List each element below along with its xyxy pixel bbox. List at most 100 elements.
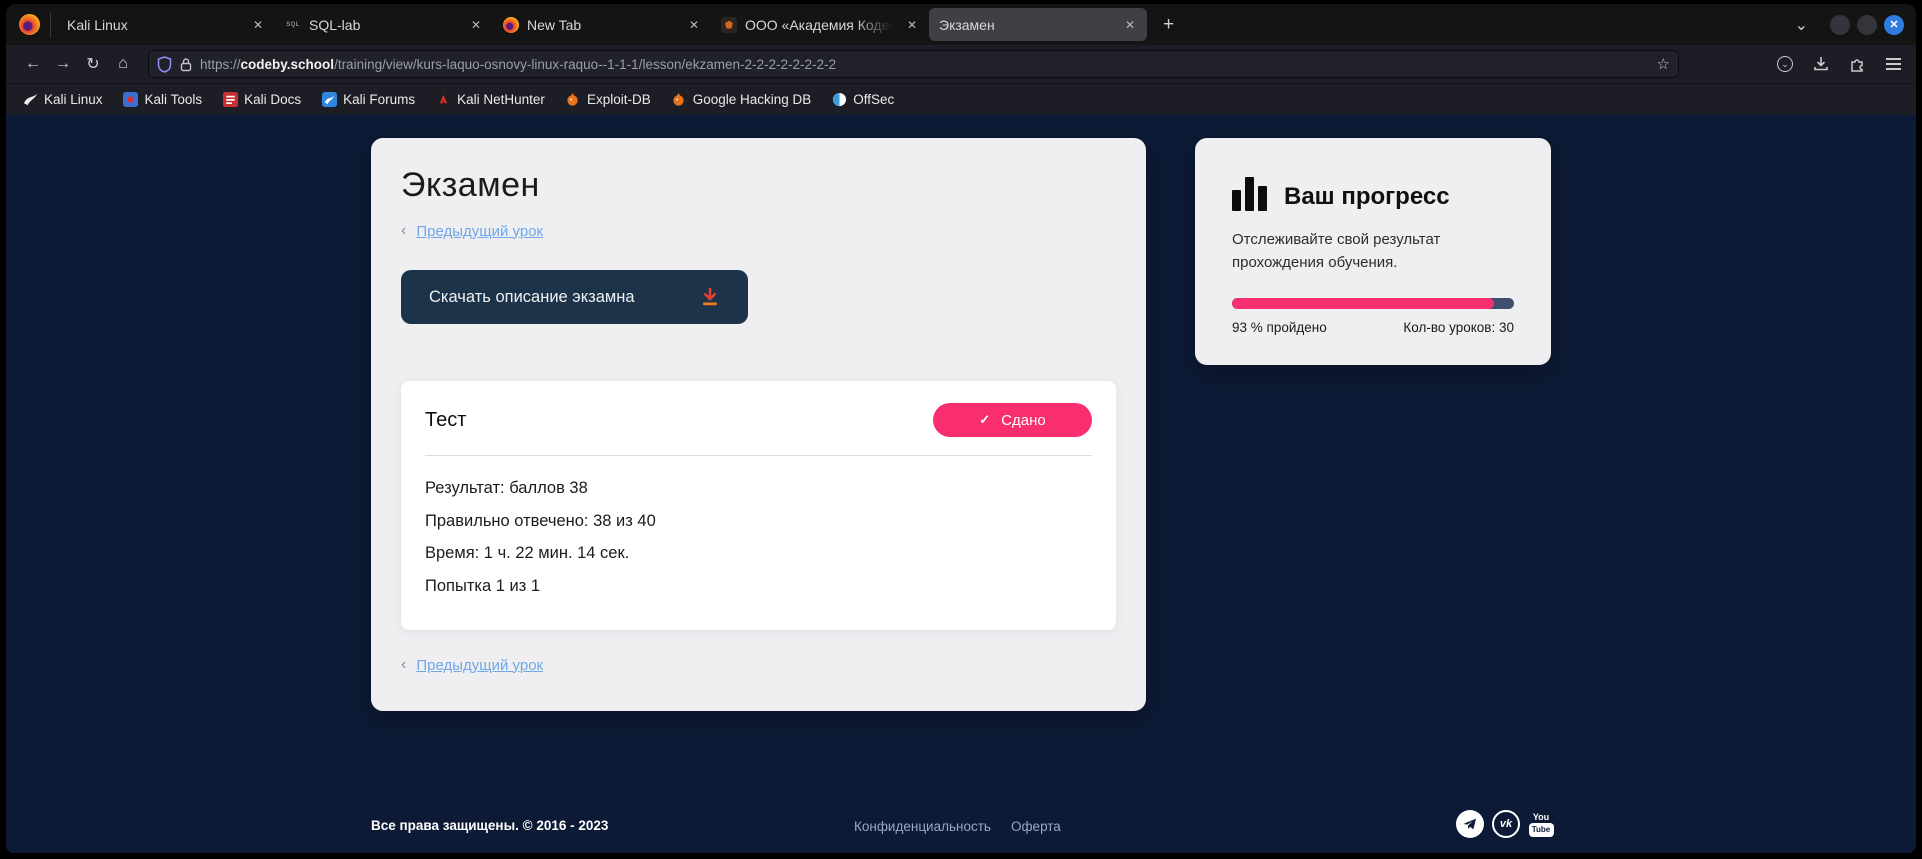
- bookmark-label: Exploit-DB: [587, 92, 651, 107]
- tab-title: SQL-lab: [309, 17, 461, 33]
- bookmark-kali-forums[interactable]: Kali Forums: [321, 92, 415, 108]
- bookmark-label: Kali Docs: [244, 92, 301, 107]
- tab-separator: [50, 12, 51, 38]
- result-score: Результат: баллов 38: [425, 479, 1092, 498]
- bookmark-star-icon[interactable]: ☆: [1657, 55, 1670, 73]
- prev-lesson-link[interactable]: Предыдущий урок: [416, 223, 543, 240]
- tracking-shield-icon[interactable]: [157, 56, 172, 73]
- new-tab-button[interactable]: +: [1157, 14, 1180, 36]
- menu-hamburger-icon[interactable]: [1882, 53, 1904, 75]
- tab-ekzamen-active[interactable]: Экзамен ✕: [929, 8, 1147, 41]
- bookmark-label: Kali NetHunter: [457, 92, 545, 107]
- tab-new-tab[interactable]: New Tab ✕: [493, 8, 711, 41]
- bookmark-offsec[interactable]: OffSec: [831, 92, 894, 108]
- maximize-button[interactable]: [1857, 15, 1877, 35]
- progress-card: Ваш прогресс Отслеживайте свой результат…: [1195, 138, 1551, 365]
- divider: [425, 455, 1092, 456]
- page-title: Экзамен: [401, 166, 1116, 205]
- tab-sql-lab[interactable]: SQL SQL-lab ✕: [275, 8, 493, 41]
- progress-bar: [1232, 298, 1514, 309]
- passed-status-badge: ✓ Сдано: [933, 403, 1092, 437]
- list-all-tabs-icon[interactable]: ⌄: [1795, 15, 1808, 35]
- tab-kali-linux[interactable]: Kali Linux ✕: [57, 8, 275, 41]
- window-controls: ✕: [1830, 15, 1904, 35]
- kali-dragon-icon: [22, 92, 38, 108]
- prev-lesson-row: ‹ Предыдущий урок: [401, 222, 1116, 240]
- url-bar[interactable]: https://codeby.school/training/view/kurs…: [148, 50, 1679, 78]
- lock-icon[interactable]: [180, 57, 192, 72]
- firefox-icon[interactable]: [19, 14, 40, 35]
- lessons-count-label: Кол-во уроков: 30: [1403, 320, 1514, 335]
- telegram-icon[interactable]: [1456, 810, 1484, 838]
- bookmark-label: Kali Forums: [343, 92, 415, 107]
- tab-title: ООО «Академия Кодеба: [745, 17, 897, 33]
- bookmark-kali-docs[interactable]: Kali Docs: [222, 92, 301, 108]
- url-domain: codeby.school: [241, 57, 335, 72]
- close-tab-icon[interactable]: ✕: [687, 18, 701, 32]
- bookmark-label: OffSec: [853, 92, 894, 107]
- prev-lesson-row-bottom: ‹ Предыдущий урок: [401, 656, 1116, 674]
- progress-percent-label: 93 % пройдено: [1232, 320, 1327, 335]
- tab-title: New Tab: [527, 17, 679, 33]
- close-tab-icon[interactable]: ✕: [251, 18, 265, 32]
- tab-title: Kali Linux: [67, 17, 243, 33]
- exploit-db-icon: [565, 92, 581, 108]
- extensions-puzzle-icon[interactable]: [1846, 53, 1868, 75]
- badge-label: Сдано: [1001, 412, 1046, 429]
- bookmarks-bar: Kali Linux Kali Tools Kali Docs Kali For…: [6, 83, 1916, 115]
- bar-chart-icon: [1232, 175, 1267, 211]
- reload-button[interactable]: ↻: [78, 50, 108, 78]
- download-icon: [698, 285, 722, 309]
- check-icon: ✓: [979, 412, 990, 428]
- url-path: /training/view/kurs-laquo-osnovy-linux-r…: [334, 57, 836, 72]
- vk-icon[interactable]: vk: [1492, 810, 1520, 838]
- youtube-icon[interactable]: You Tube: [1528, 812, 1554, 837]
- download-exam-description-button[interactable]: Скачать описание экзамна: [401, 270, 748, 324]
- download-button-label: Скачать описание экзамна: [429, 288, 698, 307]
- codeby-favicon-icon: [721, 17, 737, 33]
- forward-button[interactable]: →: [48, 50, 78, 78]
- test-title: Тест: [425, 409, 466, 432]
- url-text[interactable]: https://codeby.school/training/view/kurs…: [200, 57, 1649, 72]
- bookmark-kali-nethunter[interactable]: Kali NetHunter: [435, 92, 545, 108]
- exam-card: Экзамен ‹ Предыдущий урок Скачать описан…: [371, 138, 1146, 711]
- page-content: Экзамен ‹ Предыдущий урок Скачать описан…: [6, 115, 1916, 853]
- url-scheme: https://: [200, 57, 241, 72]
- prev-lesson-link-bottom[interactable]: Предыдущий урок: [416, 657, 543, 674]
- sql-favicon-icon: SQL: [285, 17, 301, 33]
- minimize-button[interactable]: [1830, 15, 1850, 35]
- bookmark-kali-tools[interactable]: Kali Tools: [123, 92, 203, 108]
- bookmark-kali-linux[interactable]: Kali Linux: [22, 92, 103, 108]
- progress-fill: [1232, 298, 1494, 309]
- kali-nethunter-icon: [435, 92, 451, 108]
- privacy-link[interactable]: Конфиденциальность: [854, 819, 991, 834]
- progress-description: Отслеживайте свой результат прохождения …: [1232, 228, 1484, 275]
- pocket-icon[interactable]: ⌄: [1777, 56, 1793, 72]
- tab-bar: Kali Linux ✕ SQL SQL-lab ✕ New Tab ✕ ООО…: [6, 4, 1916, 45]
- close-tab-icon[interactable]: ✕: [469, 18, 483, 32]
- offer-link[interactable]: Оферта: [1011, 819, 1061, 834]
- bookmark-label: Google Hacking DB: [693, 92, 812, 107]
- google-hacking-db-icon: [671, 92, 687, 108]
- browser-window: Kali Linux ✕ SQL SQL-lab ✕ New Tab ✕ ООО…: [6, 4, 1916, 853]
- back-button[interactable]: ←: [18, 50, 48, 78]
- test-result-card: Тест ✓ Сдано Результат: баллов 38 Правил…: [401, 381, 1116, 630]
- bookmark-label: Kali Tools: [145, 92, 203, 107]
- copyright-text: Все права защищены. © 2016 - 2023: [371, 818, 608, 833]
- window-close-button[interactable]: ✕: [1884, 15, 1904, 35]
- close-tab-icon[interactable]: ✕: [905, 18, 919, 32]
- downloads-icon[interactable]: [1810, 53, 1832, 75]
- navigation-toolbar: ← → ↻ ⌂ https://codeby.school/training/v…: [6, 45, 1916, 83]
- chevron-left-icon: ‹: [401, 656, 406, 674]
- tab-akademiya-codeby[interactable]: ООО «Академия Кодеба ✕: [711, 8, 929, 41]
- home-button[interactable]: ⌂: [108, 50, 138, 78]
- progress-title: Ваш прогресс: [1284, 183, 1450, 211]
- close-tab-icon[interactable]: ✕: [1123, 18, 1137, 32]
- result-attempt: Попытка 1 из 1: [425, 577, 1092, 596]
- tab-title: Экзамен: [939, 17, 1115, 33]
- bookmark-exploit-db[interactable]: Exploit-DB: [565, 92, 651, 108]
- result-correct: Правильно отвечено: 38 из 40: [425, 512, 1092, 531]
- kali-docs-icon: [222, 92, 238, 108]
- bookmark-google-hacking-db[interactable]: Google Hacking DB: [671, 92, 812, 108]
- result-time: Время: 1 ч. 22 мин. 14 сек.: [425, 544, 1092, 563]
